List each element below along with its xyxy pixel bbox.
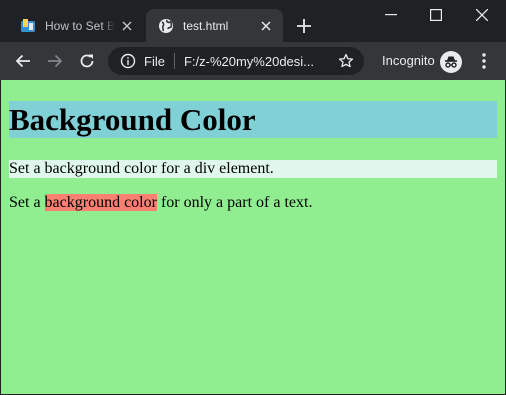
maximize-icon xyxy=(430,9,442,21)
tab-test-html[interactable]: test.html xyxy=(146,9,283,42)
globe-icon xyxy=(159,18,173,33)
span-paragraph: Set a background color for only a part o… xyxy=(9,194,312,212)
divider xyxy=(173,53,175,69)
highlighted-span: background color xyxy=(44,194,157,211)
tab-label: How to Set Background Color xyxy=(45,18,115,33)
title-bar: How to Set Background Color test.html xyxy=(0,0,506,42)
forward-button[interactable] xyxy=(41,47,69,75)
new-tab-button[interactable] xyxy=(293,15,315,37)
menu-button[interactable] xyxy=(474,49,494,73)
text-before: Set a xyxy=(9,194,45,211)
tab-label: test.html xyxy=(183,18,229,33)
info-icon[interactable] xyxy=(120,53,136,69)
text-after: for only a part of a text. xyxy=(156,194,313,211)
reload-button[interactable] xyxy=(73,47,101,75)
page-viewport: Background Color Set a background color … xyxy=(1,80,505,394)
incognito-label[interactable]: Incognito xyxy=(382,53,435,68)
favicon-icon xyxy=(21,18,35,32)
star-icon[interactable] xyxy=(338,53,354,69)
close-window-button[interactable] xyxy=(459,0,505,30)
more-vert-icon xyxy=(482,53,486,69)
arrow-left-icon xyxy=(15,54,30,68)
tab-how-to-set-bg[interactable]: How to Set Background Color xyxy=(8,9,144,42)
tab-close-icon[interactable] xyxy=(119,18,135,34)
url-text[interactable]: F:/z-%20my%20desi... xyxy=(184,54,324,69)
minimize-icon xyxy=(385,14,397,16)
scheme-label: File xyxy=(144,53,165,69)
back-button[interactable] xyxy=(9,47,37,75)
plus-icon xyxy=(297,19,311,33)
reload-icon xyxy=(80,54,94,68)
maximize-button[interactable] xyxy=(413,0,459,30)
close-icon xyxy=(476,9,488,21)
div-paragraph: Set a background color for a div element… xyxy=(9,160,497,178)
incognito-icon[interactable] xyxy=(440,51,462,73)
minimize-button[interactable] xyxy=(368,0,414,30)
address-bar[interactable]: File F:/z-%20my%20desi... xyxy=(108,47,364,75)
arrow-right-icon xyxy=(48,54,63,68)
page-heading: Background Color xyxy=(9,101,497,138)
tab-close-icon[interactable] xyxy=(258,18,274,34)
